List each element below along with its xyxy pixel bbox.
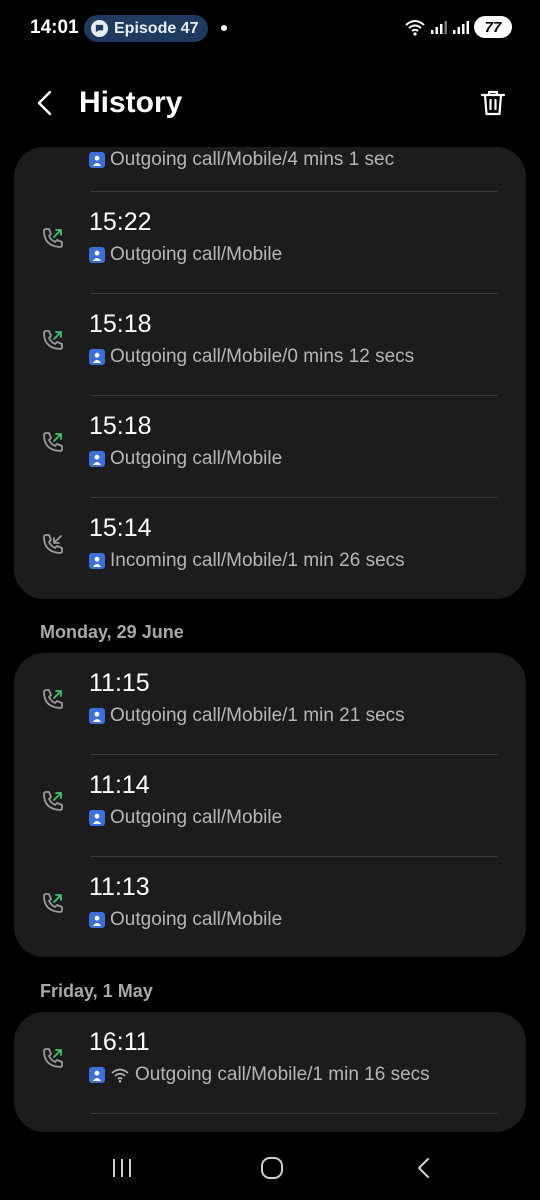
navigation-bar — [0, 1140, 540, 1196]
call-log-row[interactable]: 11:15 Outgoing call/Mobile/1 min 21 secs — [14, 653, 526, 755]
call-log-row[interactable]: Outgoing call/Mobile/4 mins 1 sec — [14, 147, 526, 192]
call-log-row[interactable]: 11:13 Outgoing call/Mobile — [14, 857, 526, 957]
page-title: History — [79, 86, 183, 119]
outgoing-call-icon — [43, 330, 63, 350]
call-detail: Outgoing call/Mobile — [110, 448, 283, 469]
call-detail: Outgoing call/Mobile — [110, 244, 283, 265]
back-nav-button[interactable] — [404, 1152, 444, 1184]
contact-icon — [89, 349, 105, 365]
battery-icon: 77 — [474, 16, 512, 38]
call-log-row[interactable]: 15:18 Outgoing call/Mobile — [14, 396, 526, 498]
status-time: 14:01 — [30, 17, 79, 38]
outgoing-call-icon — [43, 791, 63, 811]
call-detail: Incoming call/Mobile/1 min 26 secs — [110, 550, 405, 571]
signal-icon — [431, 21, 447, 34]
trash-icon — [480, 90, 506, 116]
chevron-left-icon — [37, 90, 52, 116]
date-header: Friday, 1 May — [40, 981, 153, 1001]
outgoing-call-icon — [43, 228, 63, 248]
call-time: 11:15 — [89, 669, 150, 697]
signal-icon-2 — [453, 21, 469, 34]
notification-pill[interactable]: Episode 47 — [84, 15, 208, 42]
notification-pill-text: Episode 47 — [114, 19, 199, 37]
contact-icon — [89, 553, 105, 569]
contact-icon — [89, 247, 105, 263]
contact-icon — [89, 152, 105, 168]
call-time: 15:22 — [89, 208, 152, 236]
notification-dot-icon — [221, 25, 227, 31]
call-detail: Outgoing call/Mobile/4 mins 1 sec — [110, 149, 395, 170]
call-log-row[interactable]: 15:18 Outgoing call/Mobile/0 mins 12 sec… — [14, 294, 526, 396]
contact-icon — [89, 912, 105, 928]
wifi-calling-icon — [110, 1067, 130, 1083]
recent-apps-button[interactable] — [102, 1152, 142, 1184]
outgoing-call-icon — [43, 689, 63, 709]
call-log-row[interactable]: 15:14 Incoming call/Mobile/1 min 26 secs — [14, 498, 526, 599]
incoming-call-icon — [43, 534, 63, 554]
call-log-row[interactable]: 15:22 Outgoing call/Mobile — [14, 192, 526, 294]
call-time: 15:14 — [89, 514, 152, 542]
call-log-row[interactable]: 16:11 Outgoing call/Mobile/1 min 16 secs — [14, 1012, 526, 1114]
wifi-icon — [405, 20, 425, 36]
status-bar: 14:01 Episode 47 77 — [0, 0, 540, 56]
delete-button[interactable] — [476, 86, 510, 120]
divider — [91, 1113, 498, 1114]
call-detail: Outgoing call/Mobile — [110, 909, 283, 930]
call-detail: Outgoing call/Mobile — [110, 807, 283, 828]
call-log-row[interactable]: 11:14 Outgoing call/Mobile — [14, 755, 526, 857]
date-header: Monday, 29 June — [40, 622, 184, 642]
call-detail: Outgoing call/Mobile/1 min 16 secs — [135, 1064, 430, 1085]
contact-icon — [89, 810, 105, 826]
home-button[interactable] — [252, 1152, 292, 1184]
contact-icon — [89, 708, 105, 724]
call-group-card: 16:11 Outgoing call/Mobile/1 min 16 secs — [14, 1012, 526, 1132]
call-time: 15:18 — [89, 310, 152, 338]
call-time: 11:13 — [89, 873, 150, 901]
contact-icon — [89, 1067, 105, 1083]
outgoing-call-icon — [43, 432, 63, 452]
chevron-left-icon — [418, 1158, 429, 1178]
call-time: 15:18 — [89, 412, 152, 440]
call-time: 11:14 — [89, 771, 150, 799]
chat-icon — [91, 20, 108, 37]
call-detail: Outgoing call/Mobile/0 mins 12 secs — [110, 346, 415, 367]
call-detail: Outgoing call/Mobile/1 min 21 secs — [110, 705, 405, 726]
app-bar: History — [0, 72, 540, 134]
call-time: 16:11 — [89, 1028, 150, 1056]
call-group-card: 11:15 Outgoing call/Mobile/1 min 21 secs… — [14, 653, 526, 957]
home-icon — [261, 1157, 283, 1179]
status-icons: 77 — [404, 16, 512, 38]
outgoing-call-icon — [43, 1048, 63, 1068]
call-group-card: Outgoing call/Mobile/4 mins 1 sec 15:22 … — [14, 147, 526, 599]
outgoing-call-icon — [43, 893, 63, 913]
back-button[interactable] — [28, 86, 62, 120]
contact-icon — [89, 451, 105, 467]
recent-apps-icon — [113, 1159, 131, 1177]
